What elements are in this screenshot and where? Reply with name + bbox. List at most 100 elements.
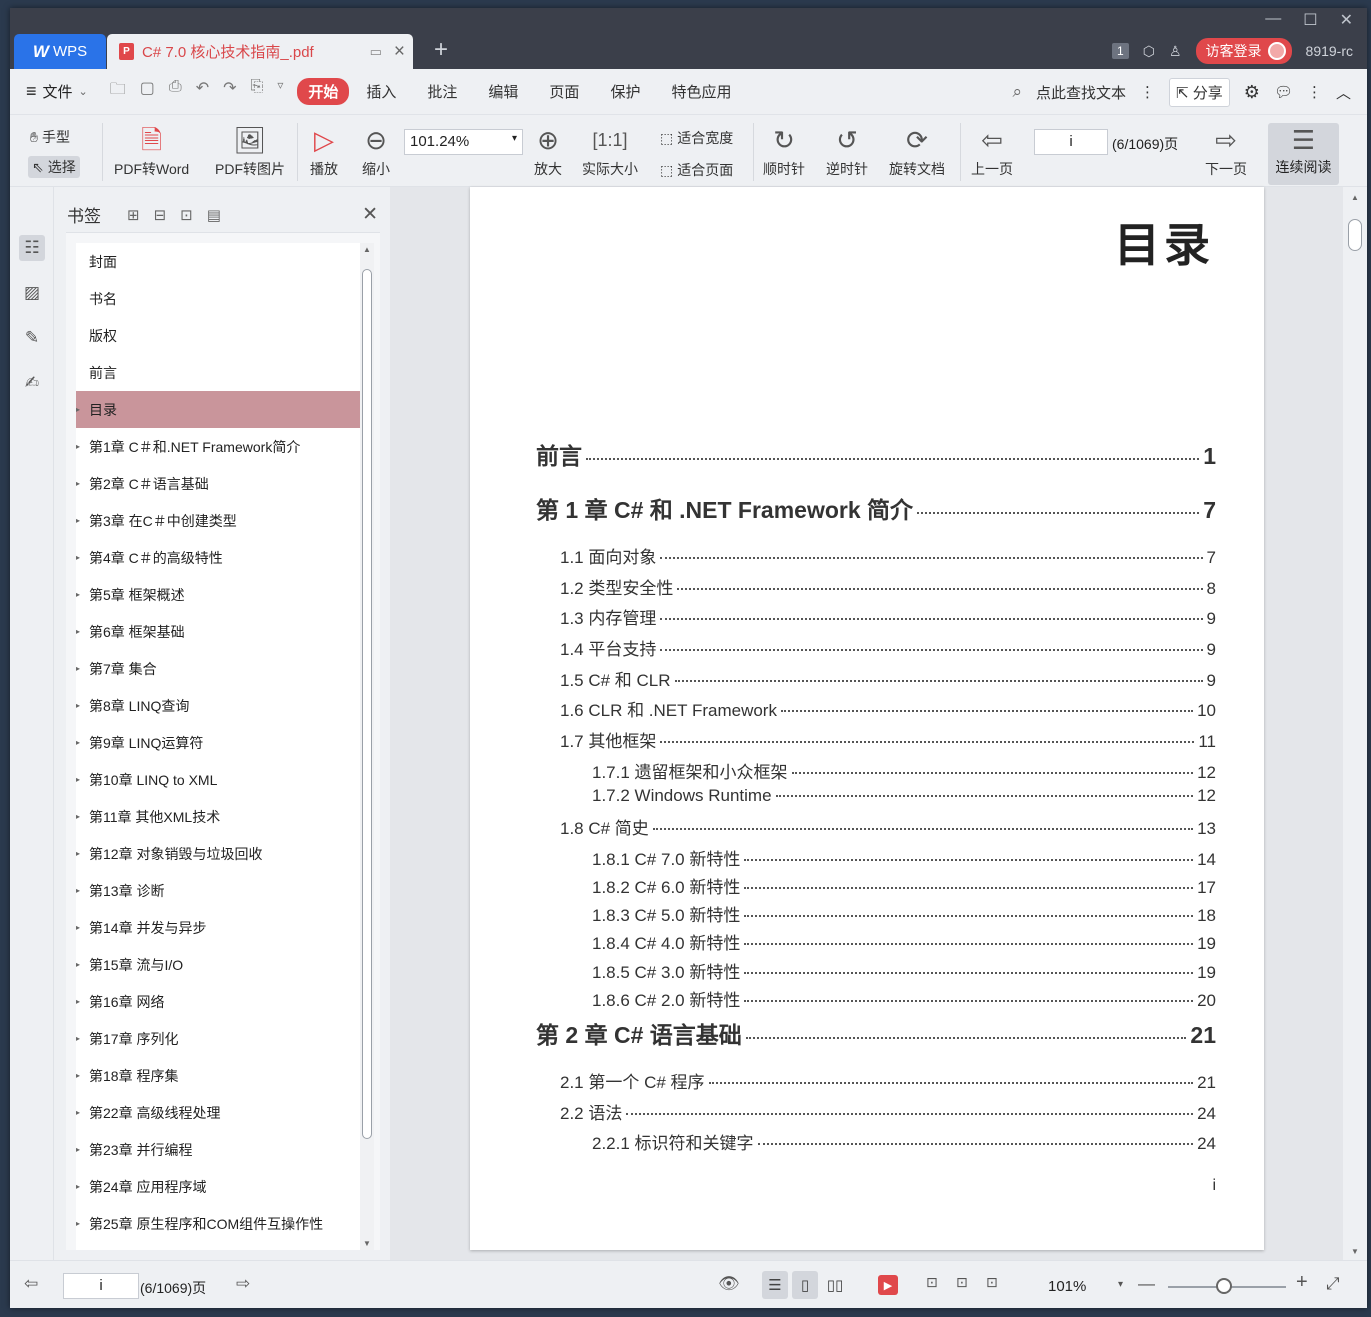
comment-icon[interactable]: 💬︎ bbox=[1274, 83, 1293, 101]
single-page-view-icon[interactable]: ▯ bbox=[792, 1271, 818, 1299]
bookmark-item[interactable]: ▸ 第3章 在C＃中创建类型 bbox=[76, 502, 360, 539]
expand-arrow-icon[interactable]: ▸ bbox=[76, 849, 80, 858]
status-zoom-out-icon[interactable]: — bbox=[1138, 1274, 1155, 1294]
fit-width-button[interactable]: ⬚ 适合宽度 bbox=[660, 128, 733, 148]
scroll-up-icon[interactable]: ▲ bbox=[1351, 193, 1359, 202]
next-page-button[interactable]: ⇨ 下一页 bbox=[1205, 121, 1247, 179]
document-tab[interactable]: P C# 7.0 核心技术指南_.pdf ▭ × bbox=[107, 34, 413, 69]
expand-arrow-icon[interactable]: ▸ bbox=[76, 1034, 80, 1043]
bookmark-scroll-thumb[interactable] bbox=[362, 269, 372, 1139]
bookmark-item[interactable]: ▸ 第23章 并行编程 bbox=[76, 1131, 360, 1168]
close-panel-icon[interactable]: ✕ bbox=[362, 203, 378, 226]
expand-arrow-icon[interactable]: ▸ bbox=[76, 1071, 80, 1080]
continuous-view-icon[interactable]: ☰ bbox=[762, 1271, 788, 1299]
play-button[interactable]: ▷ 播放 bbox=[310, 121, 338, 179]
bookmark-item[interactable]: ▸ 第22章 高级线程处理 bbox=[76, 1094, 360, 1131]
expand-arrow-icon[interactable]: ▸ bbox=[76, 923, 80, 932]
collapse-all-icon[interactable]: ⊟ bbox=[154, 206, 167, 224]
more-vertical-icon[interactable]: ⋮ bbox=[1140, 83, 1155, 101]
menu-tab-5[interactable]: 保护 bbox=[596, 78, 654, 105]
hand-tool-button[interactable]: ✋︎ 手型 bbox=[30, 127, 70, 147]
expand-arrow-icon[interactable]: ▸ bbox=[76, 738, 80, 747]
menu-tab-1[interactable]: 插入 bbox=[352, 78, 410, 105]
expand-arrow-icon[interactable]: ▸ bbox=[76, 405, 80, 414]
signature-icon[interactable]: ✍ bbox=[19, 370, 45, 396]
scroll-up-icon[interactable]: ▲ bbox=[363, 245, 371, 254]
guest-login-button[interactable]: 访客登录 bbox=[1195, 38, 1292, 64]
actual-size-status-icon[interactable]: ⊡ bbox=[926, 1274, 938, 1291]
menu-tab-0[interactable]: 开始 bbox=[297, 78, 350, 105]
status-next-page-icon[interactable]: ⇨ bbox=[236, 1274, 250, 1294]
continuous-reading-button[interactable]: ☰ 连续阅读 bbox=[1268, 123, 1339, 185]
page-number-input[interactable]: i bbox=[1034, 129, 1108, 155]
expand-arrow-icon[interactable]: ▸ bbox=[76, 442, 80, 451]
bookmark-item[interactable]: ▸ 第14章 并发与异步 bbox=[76, 909, 360, 946]
expand-arrow-icon[interactable]: ▸ bbox=[76, 775, 80, 784]
redo-icon[interactable]: ↷ bbox=[223, 78, 236, 105]
menu-tab-4[interactable]: 页面 bbox=[535, 78, 593, 105]
file-menu[interactable]: ≡ 文件 ⌄ bbox=[26, 81, 88, 102]
bookmark-item[interactable]: ▸ 第11章 其他XML技术 bbox=[76, 798, 360, 835]
bookmark-item[interactable]: ▸ 第13章 诊断 bbox=[76, 872, 360, 909]
bookmark-item[interactable]: 前言 bbox=[76, 354, 360, 391]
rotate-counterclockwise-button[interactable]: ↺ 逆时针 bbox=[826, 121, 868, 179]
expand-arrow-icon[interactable]: ▸ bbox=[76, 1219, 80, 1228]
skin-shirt-icon[interactable]: ♙ bbox=[1169, 43, 1182, 60]
print-icon[interactable]: ⎙ bbox=[169, 78, 182, 105]
zoom-select[interactable]: 101.24% ▾ bbox=[404, 129, 523, 155]
bookmark-item[interactable]: 版权 bbox=[76, 317, 360, 354]
pdf-to-word-button[interactable]: 🗎 PDF转Word bbox=[114, 121, 189, 179]
select-tool-button[interactable]: ⇖ 选择 bbox=[28, 156, 80, 178]
share-button[interactable]: ⇱ 分享 bbox=[1169, 77, 1230, 107]
open-folder-icon[interactable]: 🗀 bbox=[110, 78, 126, 105]
bookmark-item[interactable]: ▸ 第8章 LINQ查询 bbox=[76, 687, 360, 724]
two-page-view-icon[interactable]: ▯▯ bbox=[822, 1271, 848, 1299]
undo-icon[interactable]: ↶ bbox=[196, 78, 209, 105]
bookmark-item[interactable]: ▸ 第1章 C＃和.NET Framework简介 bbox=[76, 428, 360, 465]
expand-arrow-icon[interactable]: ▸ bbox=[76, 886, 80, 895]
bookmark-item[interactable]: ▸ 第10章 LINQ to XML bbox=[76, 761, 360, 798]
bookmark-item[interactable]: ▸ 第5章 框架概述 bbox=[76, 576, 360, 613]
expand-arrow-icon[interactable]: ▸ bbox=[76, 664, 80, 673]
bookmark-item[interactable]: ▸ 第6章 框架基础 bbox=[76, 613, 360, 650]
bookmark-item[interactable]: ▸ 第2章 C＃语言基础 bbox=[76, 465, 360, 502]
search-text-button[interactable]: 点此查找文本 bbox=[1036, 82, 1126, 103]
scroll-down-icon[interactable]: ▼ bbox=[1351, 1247, 1359, 1256]
annotation-pen-icon[interactable]: ✎ bbox=[19, 325, 45, 351]
gear-icon[interactable]: ⚙ bbox=[1244, 82, 1260, 103]
rotate-clockwise-button[interactable]: ↻ 顺时针 bbox=[763, 121, 805, 179]
expand-arrow-icon[interactable]: ▸ bbox=[76, 627, 80, 636]
more-options-icon[interactable]: ⋮ bbox=[1307, 83, 1322, 101]
expand-arrow-icon[interactable]: ▸ bbox=[76, 479, 80, 488]
zoom-slider-knob[interactable] bbox=[1216, 1278, 1232, 1294]
more-chevron-icon[interactable]: ▿ bbox=[277, 78, 283, 105]
bookmark-item[interactable]: ▸ 第16章 网络 bbox=[76, 983, 360, 1020]
rotate-document-button[interactable]: ⟳ 旋转文档 bbox=[889, 121, 945, 179]
fit-width-status-icon[interactable]: ⊡ bbox=[986, 1274, 998, 1291]
bookmark-item[interactable]: ▸ 第17章 序列化 bbox=[76, 1020, 360, 1057]
bookmark-item[interactable]: ▸ 目录 bbox=[76, 391, 360, 428]
status-zoom-in-icon[interactable]: + bbox=[1296, 1271, 1308, 1294]
bookmark-item[interactable]: ▸ 第7章 集合 bbox=[76, 650, 360, 687]
page-count-badge[interactable]: 1 bbox=[1112, 43, 1129, 59]
new-tab-button[interactable]: + bbox=[434, 36, 448, 64]
menu-tab-3[interactable]: 编辑 bbox=[474, 78, 532, 105]
expand-arrow-icon[interactable]: ▸ bbox=[76, 1145, 80, 1154]
document-scroll-thumb[interactable] bbox=[1348, 219, 1362, 251]
bookmark-item[interactable]: 书名 bbox=[76, 280, 360, 317]
expand-arrow-icon[interactable]: ▸ bbox=[76, 1182, 80, 1191]
wps-home-tab[interactable]: W WPS bbox=[14, 34, 106, 69]
maximize-icon[interactable]: ☐ bbox=[1303, 10, 1317, 30]
document-viewport[interactable]: 目录 前言 1 第 1 章 C# 和 .NET Framework 简介 7 1.1 面… bbox=[390, 187, 1343, 1280]
fullscreen-icon[interactable]: ⤢ bbox=[1326, 1274, 1340, 1294]
close-tab-icon[interactable]: × bbox=[394, 41, 405, 63]
status-page-input[interactable]: i bbox=[63, 1273, 139, 1299]
expand-all-icon[interactable]: ⊞ bbox=[127, 206, 140, 224]
bookmark-item[interactable]: 封面 bbox=[76, 243, 360, 280]
status-play-icon[interactable]: ▶ bbox=[878, 1275, 898, 1295]
scroll-down-icon[interactable]: ▼ bbox=[363, 1239, 371, 1248]
bookmark-options-icon[interactable]: ▤ bbox=[207, 206, 221, 224]
bookmark-scrollbar[interactable]: ▲ ▼ bbox=[360, 243, 374, 1250]
bookmark-item[interactable]: ▸ 第12章 对象销毁与垃圾回收 bbox=[76, 835, 360, 872]
menu-tab-2[interactable]: 批注 bbox=[413, 78, 471, 105]
